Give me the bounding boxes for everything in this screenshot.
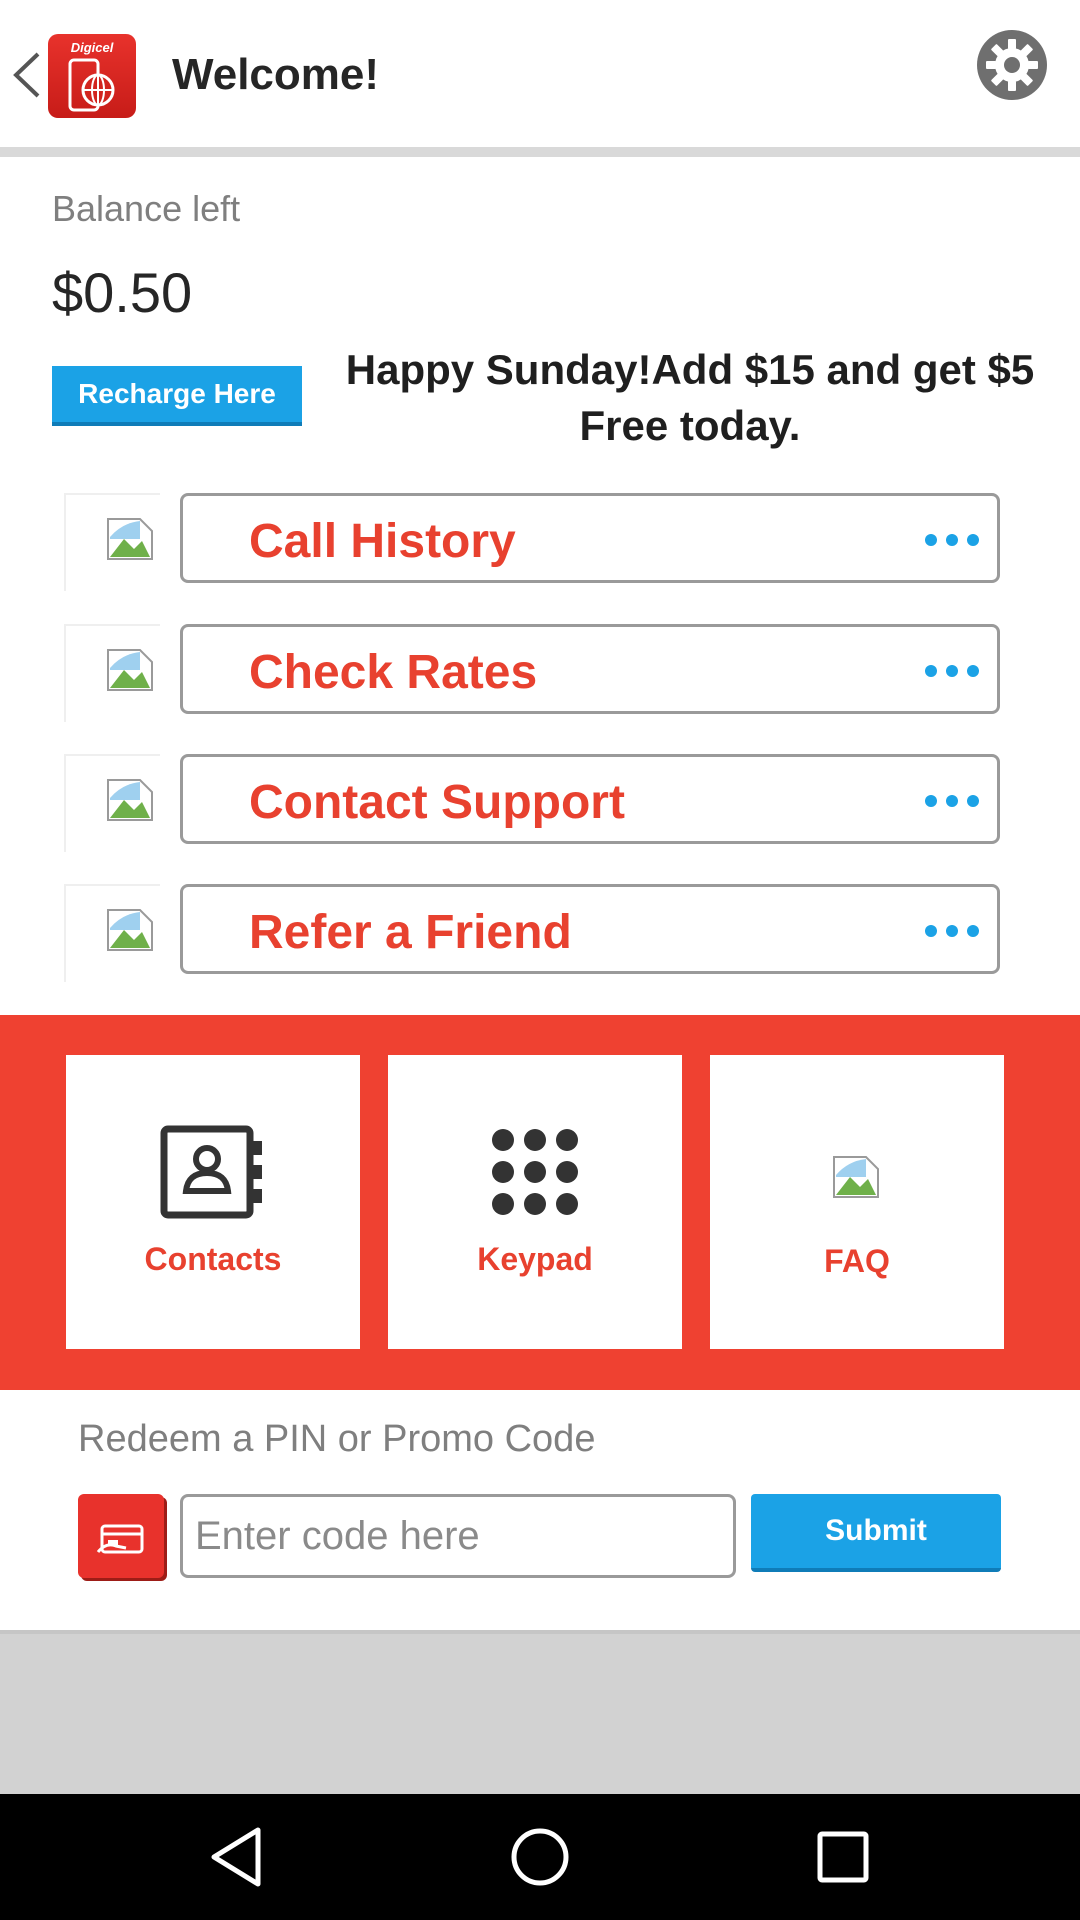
menu-item-box[interactable]: Call History (180, 493, 1000, 583)
menu-item-box[interactable]: Refer a Friend (180, 884, 1000, 974)
more-dots-icon[interactable] (923, 793, 981, 809)
recharge-button[interactable]: Recharge Here (52, 366, 302, 426)
balance-value: $0.50 (52, 261, 193, 324)
broken-image-icon (107, 909, 153, 951)
menu-item-box[interactable]: Check Rates (180, 624, 1000, 714)
menu-item-label: Refer a Friend (249, 906, 572, 959)
nav-recents-icon[interactable] (804, 1820, 884, 1894)
nav-back-icon[interactable] (196, 1820, 276, 1894)
menu-thumb (64, 493, 160, 591)
nav-home-icon[interactable] (500, 1820, 580, 1894)
menu-item-contact-support[interactable]: Contact Support (64, 754, 1004, 852)
redeem-label: Redeem a PIN or Promo Code (78, 1418, 596, 1460)
faq-tile-label: FAQ (824, 1243, 890, 1279)
broken-image-icon (107, 649, 153, 691)
menu-item-refer-a-friend[interactable]: Refer a Friend (64, 884, 1004, 982)
promo-message: Happy Sunday!Add $15 and get $5 Free tod… (345, 346, 1035, 449)
app-header: Digicel Welcome! (0, 0, 1080, 157)
more-dots-icon[interactable] (923, 923, 981, 939)
contacts-tile[interactable]: Contacts (66, 1055, 360, 1349)
menu-item-check-rates[interactable]: Check Rates (64, 624, 1004, 722)
settings-gear-icon[interactable] (975, 28, 1049, 102)
menu-thumb (64, 884, 160, 982)
keypad-tile-label: Keypad (477, 1241, 593, 1277)
keypad-tile[interactable]: Keypad (388, 1055, 682, 1349)
quick-actions-band: Contacts Keypad FAQ (0, 1015, 1080, 1390)
menu-item-box[interactable]: Contact Support (180, 754, 1000, 844)
menu-item-label: Check Rates (249, 646, 538, 699)
broken-image-icon (833, 1156, 879, 1198)
menu-item-label: Contact Support (249, 776, 625, 829)
menu-thumb (64, 624, 160, 722)
system-nav-bar (0, 1794, 1080, 1920)
contacts-tile-label: Contacts (144, 1241, 282, 1277)
header-divider (0, 147, 1080, 157)
footer-spacer (0, 1630, 1080, 1794)
broken-image-icon (107, 518, 153, 560)
app-logo-text: Digicel (70, 40, 114, 55)
more-dots-icon[interactable] (923, 532, 981, 548)
promo-card-icon (78, 1494, 164, 1578)
card-hand-icon (96, 1524, 144, 1554)
menu-item-label: Call History (249, 515, 516, 568)
contacts-book-icon (160, 1125, 262, 1219)
keypad-icon (492, 1129, 578, 1215)
back-arrow-icon[interactable] (8, 48, 48, 102)
more-dots-icon[interactable] (923, 663, 981, 679)
menu-item-call-history[interactable]: Call History (64, 493, 1004, 591)
phone-globe-icon (68, 58, 115, 112)
broken-image-icon (107, 779, 153, 821)
menu-thumb (64, 754, 160, 852)
page-title: Welcome! (172, 50, 380, 99)
balance-label: Balance left (52, 188, 241, 229)
faq-tile[interactable]: FAQ (710, 1055, 1004, 1349)
submit-button[interactable]: Submit (751, 1494, 1001, 1572)
promo-code-input[interactable] (180, 1494, 736, 1578)
app-logo[interactable]: Digicel (48, 34, 136, 118)
